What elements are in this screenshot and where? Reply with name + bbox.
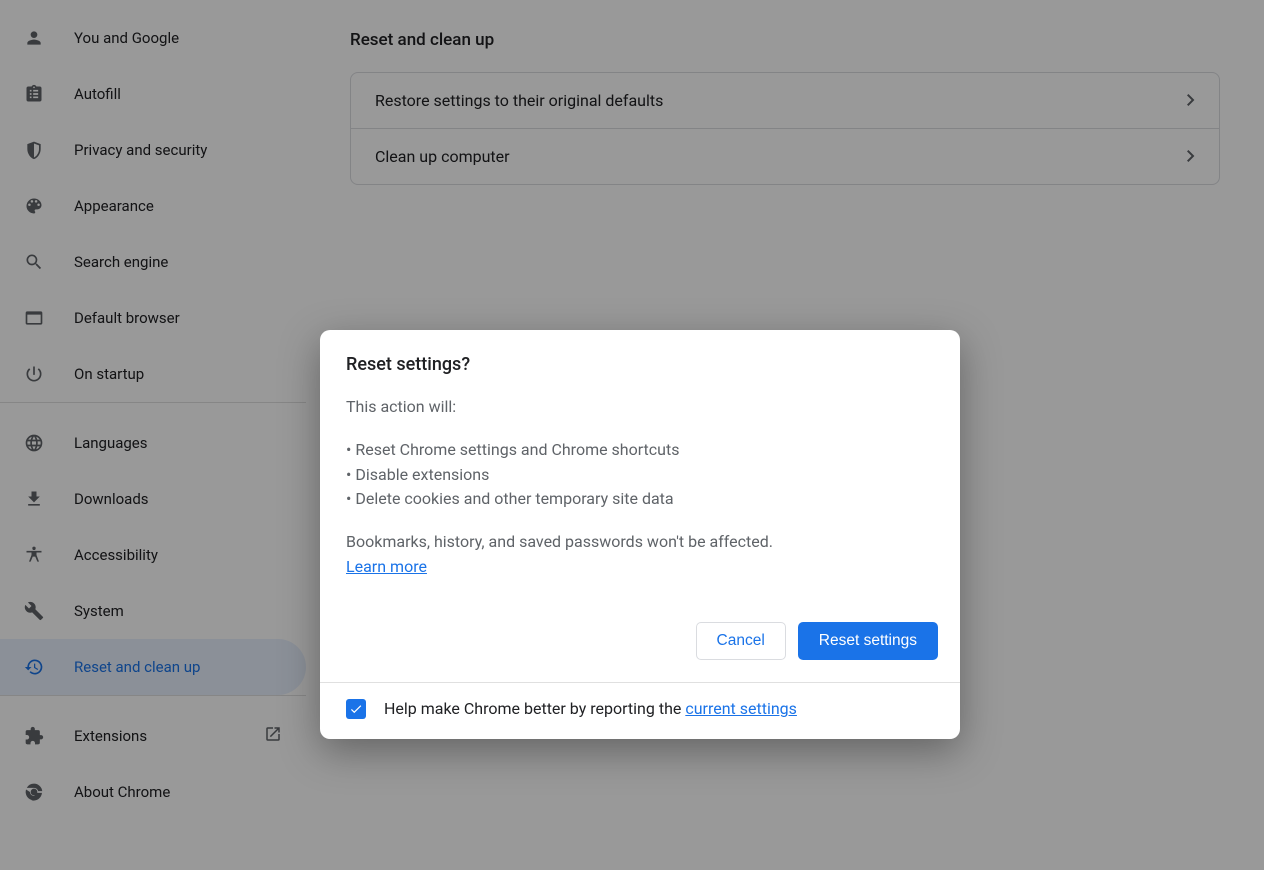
cancel-button[interactable]: Cancel [696, 622, 786, 660]
dialog-title: Reset settings? [346, 354, 934, 375]
dialog-bullet: Delete cookies and other temporary site … [346, 487, 934, 512]
learn-more-link[interactable]: Learn more [346, 557, 427, 576]
reset-settings-button[interactable]: Reset settings [798, 622, 938, 660]
dialog-body: Reset settings? This action will: Reset … [320, 330, 960, 618]
dialog-actions: Cancel Reset settings [320, 618, 960, 682]
dialog-footer-text: Help make Chrome better by reporting the… [384, 699, 797, 718]
dialog-bullet: Reset Chrome settings and Chrome shortcu… [346, 438, 934, 463]
dialog-footer: Help make Chrome better by reporting the… [320, 682, 960, 739]
dialog-note: Bookmarks, history, and saved passwords … [346, 532, 773, 551]
dialog-intro: This action will: [346, 395, 934, 420]
check-icon [349, 702, 363, 716]
footer-prefix: Help make Chrome better by reporting the [384, 699, 685, 718]
dialog-note-line: Bookmarks, history, and saved passwords … [346, 530, 934, 580]
reset-settings-dialog: Reset settings? This action will: Reset … [320, 330, 960, 739]
dialog-bullet: Disable extensions [346, 463, 934, 488]
dialog-text: This action will: Reset Chrome settings … [346, 395, 934, 580]
current-settings-link[interactable]: current settings [685, 699, 797, 718]
report-settings-checkbox[interactable] [346, 699, 366, 719]
modal-scrim[interactable]: Reset settings? This action will: Reset … [0, 0, 1264, 870]
dialog-bullets: Reset Chrome settings and Chrome shortcu… [346, 438, 934, 512]
